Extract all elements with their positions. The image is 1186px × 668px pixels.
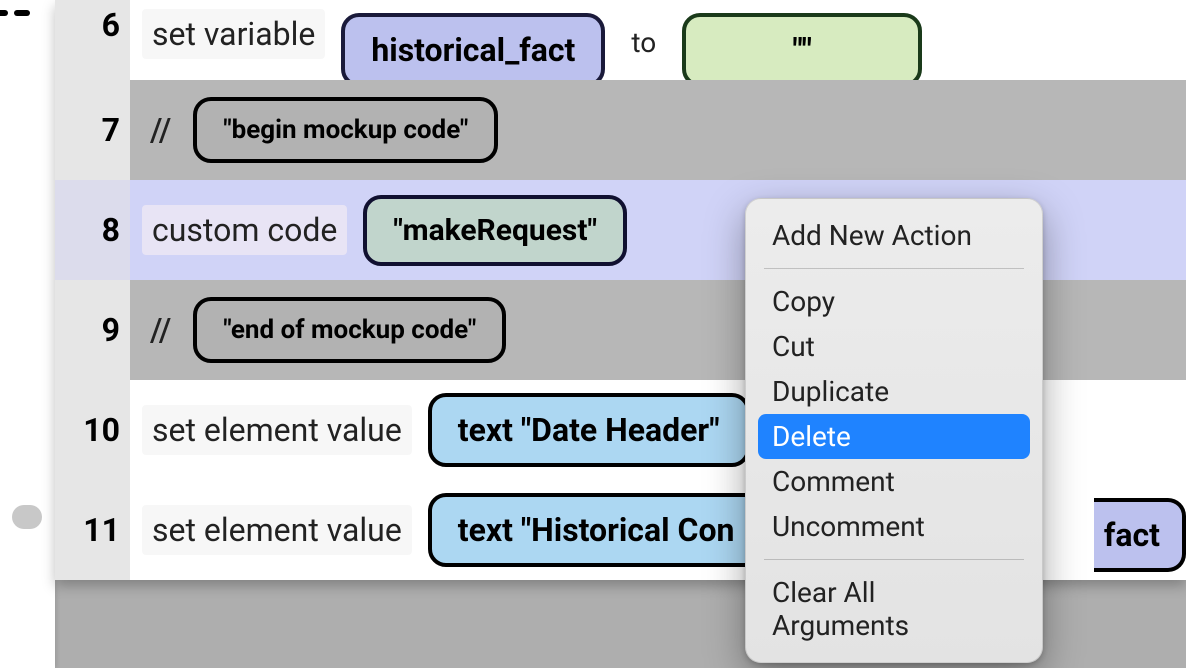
comment-chip[interactable]: "end of mockup code" xyxy=(193,297,506,363)
menu-delete[interactable]: Delete xyxy=(758,414,1030,459)
sidebar-handle[interactable] xyxy=(12,505,42,529)
menu-uncomment[interactable]: Uncomment xyxy=(758,504,1030,549)
value-chip[interactable]: "makeRequest" xyxy=(363,195,627,266)
action-name: set variable xyxy=(142,9,325,59)
context-menu: Add New Action Copy Cut Duplicate Delete… xyxy=(745,198,1043,663)
action-name: custom code xyxy=(142,205,347,255)
action-name: set element value xyxy=(142,405,412,455)
menu-duplicate[interactable]: Duplicate xyxy=(758,369,1030,414)
menu-copy[interactable]: Copy xyxy=(758,279,1030,324)
action-row[interactable]: 7 // "begin mockup code" xyxy=(55,80,1186,180)
line-number: 10 xyxy=(55,380,130,480)
menu-add-new-action[interactable]: Add New Action xyxy=(758,213,1030,258)
line-number: 6 xyxy=(55,0,130,80)
variable-chip-partial[interactable]: fact xyxy=(1094,498,1186,572)
line-number: 11 xyxy=(55,480,130,580)
sidebar-dashes-icon xyxy=(0,10,30,16)
action-row[interactable]: 6 set variable historical_fact to "" xyxy=(55,0,1186,80)
element-chip[interactable]: text "Historical Con xyxy=(428,493,765,567)
menu-cut[interactable]: Cut xyxy=(758,324,1030,369)
comment-slash: // xyxy=(150,111,171,149)
menu-clear-arguments[interactable]: Clear All Arguments xyxy=(758,570,1030,648)
action-name: set element value xyxy=(142,505,412,555)
element-chip[interactable]: text "Date Header" xyxy=(428,393,750,467)
line-number: 7 xyxy=(55,80,130,180)
menu-comment[interactable]: Comment xyxy=(758,459,1030,504)
to-label: to xyxy=(621,20,666,65)
sidebar xyxy=(0,0,55,668)
line-number: 8 xyxy=(55,180,130,280)
menu-separator xyxy=(764,268,1024,269)
line-number: 9 xyxy=(55,280,130,380)
comment-chip[interactable]: "begin mockup code" xyxy=(193,97,498,163)
value-chip[interactable]: "" xyxy=(682,13,922,87)
comment-slash: // xyxy=(150,311,171,349)
variable-chip[interactable]: historical_fact xyxy=(341,13,605,87)
menu-separator xyxy=(764,559,1024,560)
